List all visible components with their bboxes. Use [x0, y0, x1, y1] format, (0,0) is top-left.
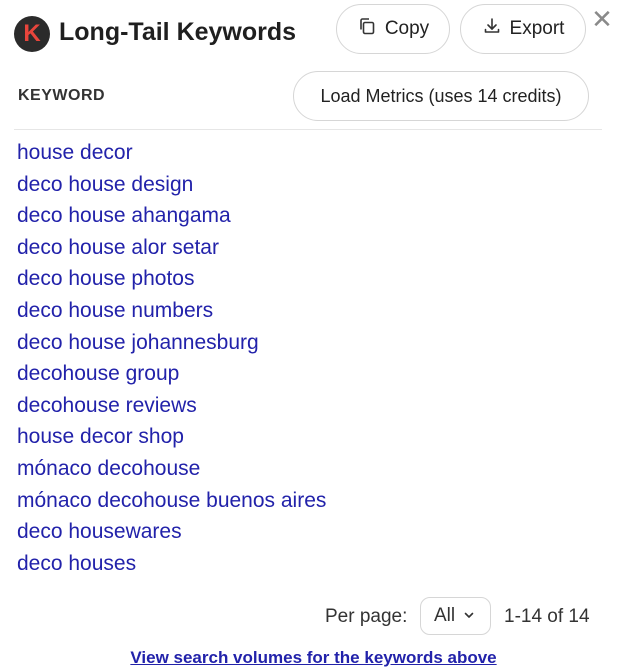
copy-button[interactable]: Copy [336, 4, 450, 54]
keyword-column-header: KEYWORD [18, 87, 106, 104]
keyword-list: house decor deco house design deco house… [17, 140, 326, 582]
close-icon[interactable]: ✕ [590, 6, 614, 32]
list-item: mónaco decohouse [17, 456, 326, 488]
list-item: deco house johannesburg [17, 330, 326, 362]
keyword-link[interactable]: deco houses [17, 552, 136, 575]
per-page-label: Per page: [325, 606, 408, 627]
copy-label: Copy [384, 18, 430, 39]
list-item: house decor shop [17, 424, 326, 456]
list-item: house decor [17, 140, 326, 172]
list-item: deco house ahangama [17, 203, 326, 235]
keyword-link[interactable]: house decor shop [17, 425, 184, 448]
list-item: mónaco decohouse buenos aires [17, 488, 326, 520]
keyword-link[interactable]: decohouse reviews [17, 394, 197, 417]
view-search-volumes-link[interactable]: View search volumes for the keywords abo… [0, 648, 621, 668]
divider [14, 129, 602, 130]
chevron-down-icon [463, 605, 475, 627]
keyword-link[interactable]: deco house johannesburg [17, 331, 259, 354]
list-item: deco houses [17, 551, 326, 583]
keyword-link[interactable]: decohouse group [17, 362, 179, 385]
list-item: deco housewares [17, 519, 326, 551]
panel-title: Long-Tail Keywords [59, 18, 297, 46]
keyword-link[interactable]: deco house alor setar [17, 236, 219, 259]
keyword-link[interactable]: deco house ahangama [17, 204, 231, 227]
list-item: deco house numbers [17, 298, 326, 330]
list-item: deco house design [17, 172, 326, 204]
load-metrics-button[interactable]: Load Metrics (uses 14 credits) [293, 71, 589, 121]
keyword-link[interactable]: mónaco decohouse [17, 457, 200, 480]
keyword-link[interactable]: deco house numbers [17, 299, 213, 322]
list-item: deco house alor setar [17, 235, 326, 267]
list-item: deco house photos [17, 266, 326, 298]
page-range: 1-14 of 14 [504, 606, 590, 627]
copy-icon [357, 16, 377, 42]
list-item: decohouse group [17, 361, 326, 393]
logo-letter: K [23, 20, 41, 47]
keyword-link[interactable]: deco housewares [17, 520, 182, 543]
pagination: Per page: All 1-14 of 14 [0, 597, 621, 637]
keyword-link[interactable]: house decor [17, 141, 133, 164]
per-page-select[interactable]: All [420, 597, 491, 635]
keyword-link[interactable]: deco house photos [17, 267, 194, 290]
download-icon [482, 16, 502, 42]
export-label: Export [509, 18, 565, 39]
header: K Long-Tail Keywords Copy Export ✕ [0, 0, 621, 64]
logo: K [14, 16, 50, 52]
export-button[interactable]: Export [460, 4, 586, 54]
keyword-link[interactable]: mónaco decohouse buenos aires [17, 489, 326, 512]
list-item: decohouse reviews [17, 393, 326, 425]
keyword-link[interactable]: deco house design [17, 173, 193, 196]
per-page-value: All [434, 605, 456, 626]
